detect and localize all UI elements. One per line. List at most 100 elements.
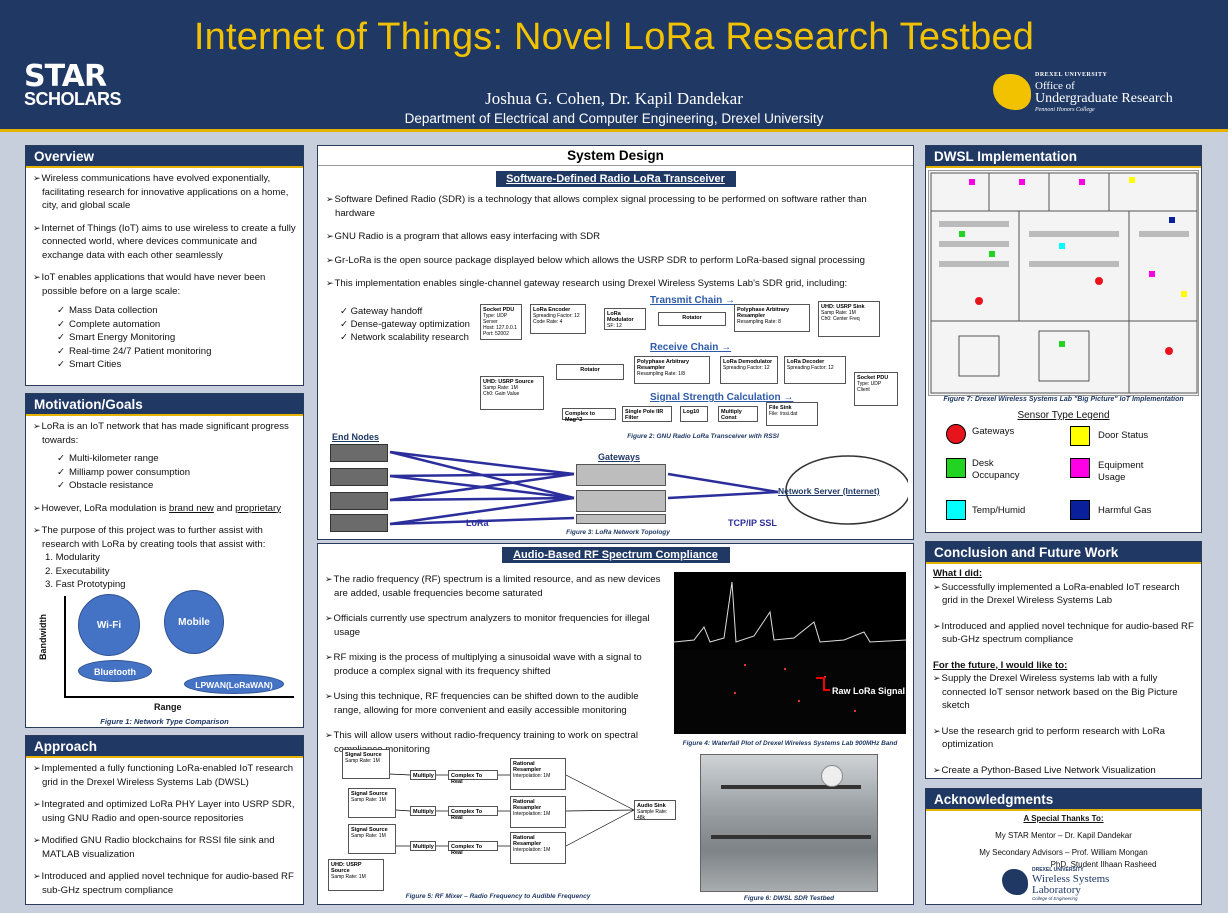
- feature-check: ✓ Network scalability research: [340, 332, 469, 343]
- floor-plan-drawing: [930, 172, 1198, 394]
- block-title: Signal Source: [351, 827, 388, 833]
- overview-bullet: Internet of Things (IoT) aims to use wir…: [33, 222, 296, 263]
- acknowledgments-title: Acknowledgments: [926, 789, 1201, 811]
- block-title: Signal Source: [351, 791, 388, 797]
- wsl-logo-line4: College of Engineering: [1032, 896, 1078, 901]
- rf-mixer-links: [389, 773, 635, 847]
- overview-panel: Overview Wireless communications have ev…: [25, 145, 304, 386]
- uhd-source-audio-block: UHD: USRP Source Samp Rate: 1M: [328, 859, 384, 891]
- overview-title: Overview: [26, 146, 303, 168]
- y-axis: [64, 596, 66, 696]
- x-axis: [64, 696, 294, 698]
- uhd-source-block: UHD: USRP Source Samp Rate: 1M Ch0: Gain V…: [480, 376, 544, 410]
- waterfall-plot: Raw LoRa Signal: [674, 572, 906, 734]
- motivation-panel: Motivation/Goals LoRa is an IoT network …: [25, 393, 304, 728]
- resampler-rx-block: Polyphase Arbitrary Resampler Resampling …: [634, 356, 710, 384]
- audio-bullet: Officials currently use spectrum analyze…: [325, 612, 661, 639]
- text: Dense-gateway optimization: [350, 319, 470, 330]
- block-title: UHD: USRP Source: [483, 379, 534, 385]
- approach-bullet: Modified GNU Radio blockchains for RSSI …: [33, 834, 296, 861]
- socket-pdu-rx-block: Socket PDU Type: UDP Client: [854, 372, 898, 406]
- conclusion-panel: Conclusion and Future Work What I did: S…: [925, 541, 1202, 779]
- text: Network scalability research: [350, 332, 469, 343]
- overview-check: Smart Cities: [33, 358, 296, 372]
- dragon-icon: [1002, 869, 1028, 895]
- approach-panel: Approach Implemented a fully functioning…: [25, 735, 304, 905]
- figure2-caption: Figure 2: GNU Radio LoRa Transceiver wit…: [627, 433, 779, 440]
- receive-chain-label: Receive Chain →: [650, 342, 732, 353]
- harmful-gas-swatch: [1070, 500, 1090, 520]
- block-title: LoRa Demodulator: [723, 359, 773, 365]
- mobile-bubble: Mobile: [164, 590, 224, 654]
- iir-block: Single Pole IIR Filter: [622, 406, 672, 422]
- temp-humid-swatch: [946, 500, 966, 520]
- block-title: File Sink: [769, 405, 792, 411]
- block-title: UHD: USRP Sink: [821, 304, 865, 310]
- block-title: Rotator: [580, 367, 600, 373]
- rotator-rx-block: Rotator: [556, 364, 624, 380]
- system-bullet: GNU Radio is a program that allows easy …: [326, 230, 905, 244]
- conclusion-title: Conclusion and Future Work: [926, 542, 1201, 564]
- legend-label: Harmful Gas: [1098, 505, 1152, 516]
- figure1-caption: Figure 1: Network Type Comparison: [100, 717, 229, 726]
- feature-list: ✓ Gateway handoff ✓ Dense-gateway optimi…: [340, 305, 470, 344]
- system-bullet: This implementation enables single-chann…: [326, 277, 905, 291]
- motivation-check: Milliamp power consumption: [33, 466, 296, 480]
- motivation-check: Obstacle resistance: [33, 479, 296, 493]
- poster-header: Internet of Things: Novel LoRa Research …: [0, 0, 1228, 132]
- resampler-block: Polyphase Arbitrary Resampler Resampling …: [734, 304, 810, 332]
- socket-pdu-block: Socket PDU Type: UDP Server Host: 127.0.0.…: [480, 304, 522, 340]
- legend-label: Gateways: [972, 426, 1015, 437]
- lora-decoder-block: LoRa Decoder Spreading Factor: 12: [784, 356, 846, 384]
- block-title: Polyphase Arbitrary Resampler: [737, 307, 790, 319]
- ceiling-light: [821, 765, 843, 787]
- conclusion-bullet: Introduced and applied novel technique f…: [933, 620, 1194, 647]
- floor-plan: [928, 170, 1199, 396]
- what-i-did-heading: What I did:: [933, 568, 983, 579]
- range-label: Range: [154, 702, 182, 712]
- approach-bullet: Implemented a fully functioning LoRa-ena…: [33, 762, 296, 789]
- legend-label: Door Status: [1098, 430, 1149, 441]
- complex-mag-block: Complex to Mag^2: [562, 408, 616, 423]
- block-title: LoRa Decoder: [787, 359, 825, 365]
- figure5-caption: Figure 5: RF Mixer – Radio Frequency to …: [405, 893, 591, 900]
- motivation-bullet: LoRa is an IoT network that has made sig…: [33, 420, 296, 447]
- signal-source-block: Signal Source Samp Rate: 1M: [342, 749, 390, 779]
- overview-check: Real-time 24/7 Patient monitoring: [33, 345, 296, 359]
- wifi-bubble: Wi-Fi: [78, 594, 140, 656]
- wireless-systems-lab-logo: DREXEL UNIVERSITY Wireless Systems Labor…: [1002, 867, 1142, 901]
- future-bullet: Supply the Drexel Wireless systems lab w…: [933, 672, 1194, 713]
- dragon-icon: [993, 74, 1031, 110]
- block-title: Signal Source: [345, 752, 382, 758]
- block-title: LoRa Encoder: [533, 307, 571, 313]
- mentor-line: My STAR Mentor – Dr. Kapil Dandekar: [995, 831, 1132, 840]
- wsl-logo-line3: Laboratory: [1032, 884, 1081, 896]
- bandwidth-label: Bandwidth: [38, 614, 48, 660]
- gateways-swatch: [946, 424, 966, 444]
- block-title: UHD: USRP Source: [331, 862, 362, 874]
- figure4-caption: Figure 4: Waterfall Plot of Drexel Wirel…: [682, 740, 898, 747]
- waterfall-spectrum: [674, 581, 906, 734]
- dwsl-panel: DWSL Implementation Figure 7: Drexel Wir…: [925, 145, 1202, 533]
- audio-bullet: The radio frequency (RF) spectrum is a l…: [325, 573, 661, 600]
- uhd-sink-block: UHD: USRP Sink Samp Rate: 1M Ch0: Center F…: [818, 301, 880, 337]
- sdr-banner: Software-Defined Radio LoRa Transceiver: [495, 171, 736, 187]
- future-heading: For the future, I would like to:: [933, 659, 1068, 671]
- lora-demod-block: LoRa Demodulator Spreading Factor: 12: [720, 356, 778, 384]
- figure6-caption: Figure 6: DWSL SDR Testbed: [743, 895, 835, 902]
- future-bullet: Create a Python-Based Live Network Visua…: [933, 764, 1194, 778]
- raw-lora-signal-label: Raw LoRa Signal: [832, 686, 906, 696]
- audio-panel: Audio-Based RF Spectrum Compliance The r…: [317, 543, 914, 905]
- dwsl-testbed-photo: [700, 754, 878, 892]
- motivation-bullet: The purpose of this project was to furth…: [33, 524, 296, 551]
- block-title: Complex to Mag^2: [565, 411, 595, 423]
- motivation-check: Multi-kilometer range: [33, 452, 296, 466]
- equipment-usage-swatch: [1070, 458, 1090, 478]
- motivation-title: Motivation/Goals: [26, 394, 303, 416]
- feature-check: ✓ Dense-gateway optimization: [340, 319, 470, 330]
- numbered-item: 1. Modularity: [45, 552, 100, 563]
- lora-link-label: LoRa: [466, 518, 489, 528]
- overview-check: Smart Energy Monitoring: [33, 331, 296, 345]
- block-title: Single Pole IIR Filter: [625, 409, 664, 421]
- audio-bullet: Using this technique, RF frequencies can…: [325, 690, 661, 717]
